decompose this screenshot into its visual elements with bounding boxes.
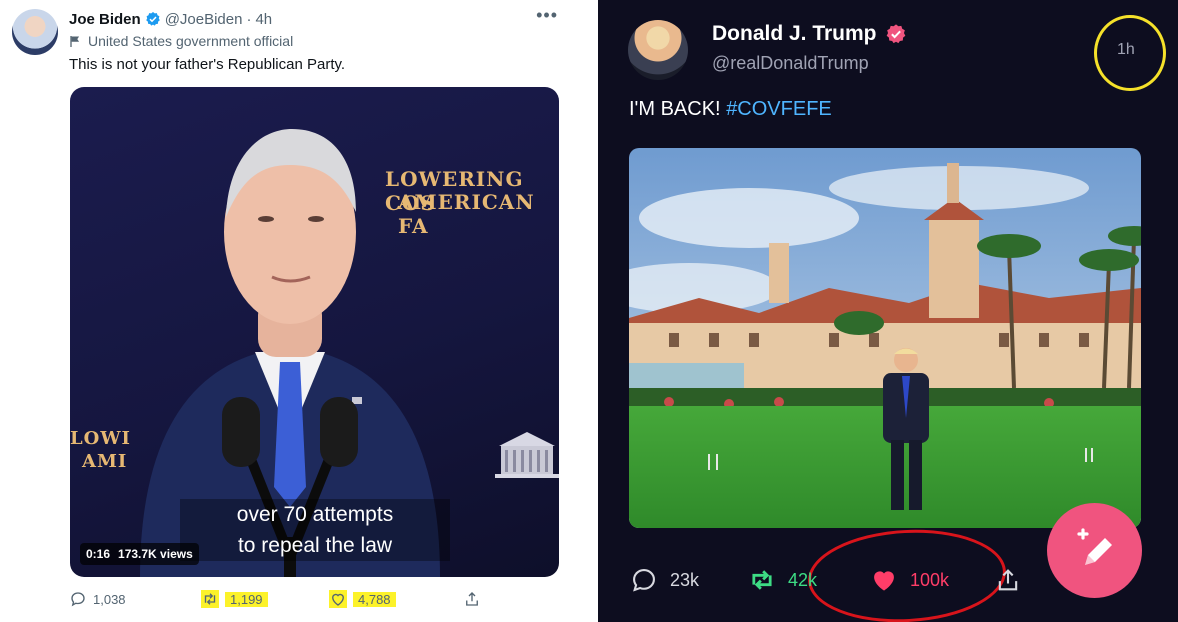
retweet-count: 42k [788,569,818,590]
like-count: 100k [910,569,950,590]
compose-pencil-icon [1076,527,1112,565]
hashtag-link[interactable]: #COVFEFE [726,98,832,120]
reply-button[interactable]: 1,038 [69,586,126,612]
flag-icon [70,36,80,47]
biden-tweet: Joe Biden @JoeBiden · 4h ••• United Stat… [0,0,578,622]
author-name[interactable]: Donald J. Trump [712,22,877,46]
tweet-header: Joe Biden @JoeBiden · 4h ••• [69,5,558,29]
reply-icon [633,569,655,592]
author-name[interactable]: Joe Biden [69,11,141,28]
retweet-icon [201,590,219,608]
tweet-text: I'M BACK! #COVFEFE [629,98,832,121]
like-count: 4,788 [353,591,396,607]
author-handle[interactable]: @realDonaldTrump [712,53,869,74]
like-button[interactable]: 4,788 [329,586,396,612]
tweet-photo[interactable] [629,148,1141,528]
reply-button[interactable]: 23k [630,560,699,600]
mansion-photo [629,148,1141,528]
government-label-text: United States government official [88,33,294,49]
like-button[interactable]: 100k [870,560,949,600]
government-label: United States government official [69,33,293,49]
reply-count: 1,038 [93,591,126,607]
heart-icon [874,571,894,591]
verified-badge-icon [886,24,905,44]
video-caption: over 70 attempts to repeal the law [180,499,450,561]
white-house-emblem [495,432,559,478]
tweet-header: Donald J. Trump [712,22,907,46]
share-button[interactable] [463,586,481,612]
tweet-actions: 1,038 1,199 4,788 [69,586,489,612]
tweet-text-body: I'M BACK! [629,98,721,120]
verified-icon [145,12,160,26]
caption-line: to repeal the law [237,534,393,557]
backdrop-text: AMI [82,451,128,472]
share-icon [466,592,478,606]
video-duration: 0:16 [86,547,111,561]
retweet-button[interactable]: 1,199 [201,586,268,612]
like-icon [329,590,347,608]
retweet-count: 1,199 [225,591,268,607]
tweet-text: This is not your father's Republican Par… [69,56,346,73]
retweet-button[interactable]: 42k [748,560,817,600]
share-icon [998,569,1018,591]
tweet-time[interactable]: 1h [1117,41,1135,59]
more-icon[interactable]: ••• [536,5,558,26]
tweet-video[interactable]: LOWERING COS AMERICAN FA LOWI AMI over 7… [70,87,559,577]
avatar[interactable] [628,20,688,80]
tweet-time[interactable]: 4h [255,11,272,28]
avatar[interactable] [12,9,58,55]
video-meta: 0:16 173.7K views [80,543,199,565]
share-button[interactable] [994,560,1022,600]
trump-tweet: Donald J. Trump @realDonaldTrump 1h I'M … [598,0,1178,622]
compose-button[interactable] [1047,503,1142,598]
reply-count: 23k [670,569,700,590]
retweet-icon [752,570,772,590]
caption-line: over 70 attempts [236,503,394,526]
author-handle[interactable]: @JoeBiden [165,11,243,28]
backdrop-text: LOWI [70,428,131,449]
separator-dot: · [246,10,252,28]
reply-icon [71,592,85,607]
video-views: 173.7K views [118,547,193,561]
